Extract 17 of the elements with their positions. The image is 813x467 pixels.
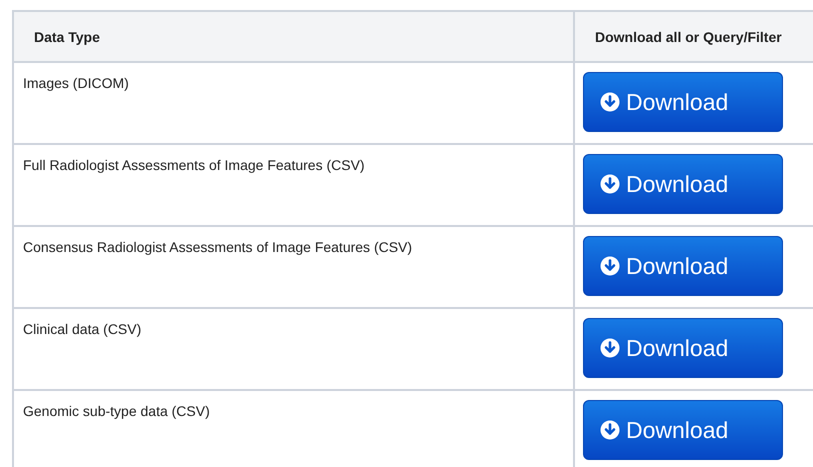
download-button[interactable]: Download [583,400,783,460]
column-header: Data Type [13,11,574,62]
download-button[interactable]: Download [583,236,783,296]
download-icon [600,338,620,358]
download-button[interactable]: Download [583,72,783,132]
table-cell: Full Radiologist Assessments of Image Features (CSV) [23,157,365,173]
download-icon [600,174,620,194]
column-header: Download all or Query/Filter [574,11,813,62]
download-icon [600,256,620,276]
download-icon [600,92,620,112]
download-button[interactable]: Download [583,318,783,378]
table-cell: Genomic sub-type data (CSV) [23,403,210,419]
table-cell: Images (DICOM) [23,75,129,91]
table-cell: Clinical data (CSV) [23,321,142,337]
download-icon [600,420,620,440]
download-button[interactable]: Download [583,154,783,214]
table-cell: Consensus Radiologist Assessments of Image Features (CSV) [23,239,412,255]
